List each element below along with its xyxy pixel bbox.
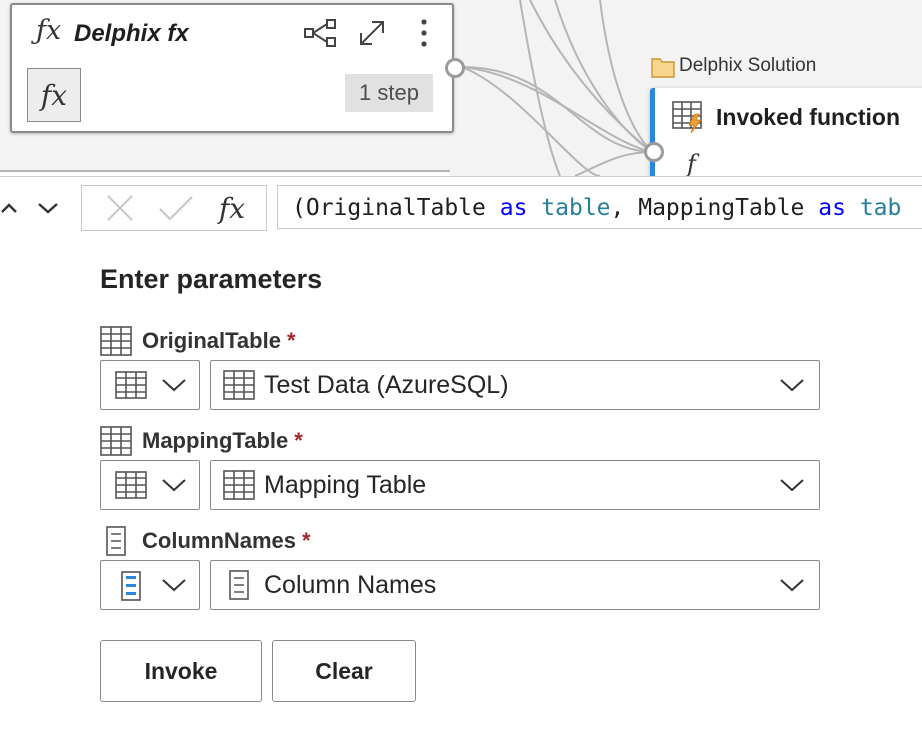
type-select-column-names[interactable] bbox=[100, 560, 200, 610]
invoked-function-card[interactable]: Invoked function f bbox=[650, 88, 922, 176]
diagram-canvas[interactable]: ƒx Delphix fx fx 1 step Delphix Solution… bbox=[0, 0, 922, 176]
more-options-icon[interactable] bbox=[406, 15, 442, 51]
clear-button[interactable]: Clear bbox=[272, 640, 416, 702]
list-icon bbox=[121, 571, 141, 601]
chevron-down-icon bbox=[780, 579, 804, 592]
type-select-original-table[interactable] bbox=[100, 360, 200, 410]
formula-input[interactable]: (OriginalTable as table, MappingTable as… bbox=[277, 185, 922, 229]
parameters-heading: Enter parameters bbox=[100, 264, 323, 294]
table-lightning-icon bbox=[672, 101, 702, 134]
chevron-down-icon bbox=[780, 479, 804, 492]
check-icon[interactable] bbox=[154, 186, 198, 230]
function-icon-box: fx bbox=[27, 68, 81, 122]
invoke-button[interactable]: Invoke bbox=[100, 640, 262, 702]
chevron-down-icon[interactable] bbox=[35, 195, 61, 221]
chevron-down-icon bbox=[162, 579, 186, 592]
insert-function-button[interactable]: fx bbox=[210, 186, 254, 230]
close-icon[interactable] bbox=[98, 186, 142, 230]
share-diagram-icon[interactable] bbox=[302, 15, 338, 51]
table-icon bbox=[223, 370, 255, 400]
output-port[interactable] bbox=[445, 58, 465, 78]
function-icon: ƒx bbox=[36, 15, 62, 46]
expand-icon[interactable] bbox=[354, 15, 390, 51]
function-query-card[interactable]: ƒx Delphix fx fx 1 step bbox=[10, 3, 454, 133]
table-icon bbox=[100, 326, 132, 356]
query-card-title: Delphix fx bbox=[74, 20, 189, 47]
param-label-column-names: ColumnNames * bbox=[100, 526, 311, 556]
function-icon: f bbox=[687, 150, 696, 176]
param-label-original-table: OriginalTable * bbox=[100, 326, 296, 356]
chevron-up-icon[interactable] bbox=[0, 195, 22, 221]
chevron-down-icon bbox=[780, 379, 804, 392]
list-icon bbox=[229, 570, 249, 600]
value-select-mapping-table[interactable]: Mapping Table bbox=[210, 460, 820, 510]
value-select-column-names[interactable]: Column Names bbox=[210, 560, 820, 610]
folder-label: Delphix Solution bbox=[679, 55, 817, 76]
chevron-down-icon bbox=[162, 479, 186, 492]
invoked-card-title: Invoked function bbox=[716, 104, 900, 130]
chevron-down-icon bbox=[162, 379, 186, 392]
table-icon bbox=[223, 470, 255, 500]
folder-icon bbox=[651, 58, 675, 78]
table-icon bbox=[115, 371, 147, 399]
formula-actions: fx bbox=[81, 185, 267, 231]
input-port[interactable] bbox=[644, 142, 664, 162]
step-count-badge: 1 step bbox=[345, 74, 433, 112]
type-select-mapping-table[interactable] bbox=[100, 460, 200, 510]
value-select-original-table[interactable]: Test Data (AzureSQL) bbox=[210, 360, 820, 410]
param-label-mapping-table: MappingTable * bbox=[100, 426, 303, 456]
list-icon bbox=[106, 526, 126, 556]
table-icon bbox=[100, 426, 132, 456]
formula-bar: fx (OriginalTable as table, MappingTable… bbox=[0, 176, 922, 237]
table-icon bbox=[115, 471, 147, 499]
